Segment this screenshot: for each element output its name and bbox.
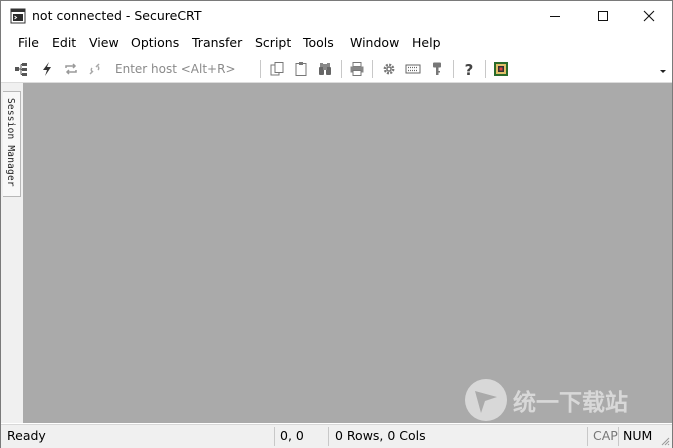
sftp-icon bbox=[494, 62, 508, 76]
connect-in-tab-button[interactable] bbox=[13, 60, 31, 78]
session-manager-dock: Session Manager bbox=[1, 83, 23, 423]
print-icon bbox=[350, 62, 364, 76]
paste-button[interactable] bbox=[292, 60, 310, 78]
maximize-button[interactable] bbox=[580, 1, 626, 31]
key-button[interactable] bbox=[428, 60, 446, 78]
status-cursor-position: 0, 0 bbox=[280, 428, 304, 443]
status-divider bbox=[618, 427, 619, 446]
minimize-button[interactable] bbox=[532, 1, 578, 31]
menu-script[interactable]: Script bbox=[255, 35, 291, 50]
quick-connect-button[interactable] bbox=[38, 60, 56, 78]
menu-tools[interactable]: Tools bbox=[303, 35, 334, 50]
status-divider bbox=[274, 427, 275, 446]
session-manager-label: Session Manager bbox=[5, 98, 16, 187]
print-button[interactable] bbox=[348, 60, 366, 78]
menu-bar: File Edit View Options Transfer Script T… bbox=[1, 32, 672, 54]
sftp-button[interactable] bbox=[492, 60, 510, 78]
copy-icon bbox=[270, 62, 284, 76]
status-ready: Ready bbox=[7, 428, 46, 443]
maximize-icon bbox=[598, 11, 608, 21]
find-icon bbox=[319, 63, 331, 75]
disconnect-button[interactable] bbox=[86, 60, 104, 78]
menu-window[interactable]: Window bbox=[350, 35, 399, 50]
menu-help[interactable]: Help bbox=[412, 35, 441, 50]
toolbar-overflow-button[interactable] bbox=[658, 66, 668, 76]
menu-view[interactable]: View bbox=[89, 35, 119, 50]
toolbar-separator bbox=[341, 60, 342, 78]
title-bar: not connected - SecureCRT bbox=[1, 1, 672, 31]
close-icon bbox=[643, 10, 655, 22]
reconnect-button[interactable] bbox=[62, 60, 80, 78]
menu-options[interactable]: Options bbox=[131, 35, 179, 50]
svg-text:?: ? bbox=[465, 61, 474, 77]
menu-transfer[interactable]: Transfer bbox=[192, 35, 242, 50]
status-caps-lock: CAP bbox=[593, 428, 618, 443]
help-button[interactable]: ? bbox=[460, 60, 478, 78]
session-manager-tab[interactable]: Session Manager bbox=[3, 91, 21, 197]
key-icon bbox=[433, 62, 441, 75]
menu-edit[interactable]: Edit bbox=[52, 35, 76, 50]
session-options-button[interactable] bbox=[380, 60, 398, 78]
host-input[interactable] bbox=[109, 59, 253, 79]
status-divider bbox=[328, 427, 329, 446]
paste-icon bbox=[295, 62, 307, 76]
toolbar-separator bbox=[260, 60, 261, 78]
find-button[interactable] bbox=[316, 60, 334, 78]
toolbar-separator bbox=[485, 60, 486, 78]
copy-button[interactable] bbox=[268, 60, 286, 78]
gear-icon bbox=[383, 63, 395, 75]
keyboard-icon bbox=[405, 64, 421, 74]
toolbar-separator bbox=[453, 60, 454, 78]
status-divider bbox=[587, 427, 588, 446]
reconnect-icon bbox=[65, 63, 77, 75]
toolbar: ? bbox=[1, 56, 672, 83]
toolbar-separator bbox=[372, 60, 373, 78]
securecrt-app-icon bbox=[10, 8, 26, 24]
chevron-down-icon bbox=[660, 70, 666, 73]
connect-in-tab-icon bbox=[15, 63, 27, 76]
keymap-button[interactable] bbox=[404, 60, 422, 78]
status-terminal-size: 0 Rows, 0 Cols bbox=[335, 428, 426, 443]
close-button[interactable] bbox=[626, 1, 672, 31]
status-num-lock: NUM bbox=[623, 428, 653, 443]
quick-connect-icon bbox=[43, 62, 51, 76]
minimize-icon bbox=[550, 16, 560, 17]
disconnect-icon bbox=[89, 63, 100, 75]
terminal-workspace[interactable] bbox=[23, 83, 672, 423]
menu-file[interactable]: File bbox=[18, 35, 39, 50]
app-window: not connected - SecureCRT File Edit View… bbox=[0, 0, 673, 448]
window-title: not connected - SecureCRT bbox=[32, 8, 202, 23]
status-bar: Ready 0, 0 0 Rows, 0 Cols CAP NUM bbox=[1, 424, 672, 448]
resize-grip-icon[interactable] bbox=[660, 436, 670, 446]
help-icon: ? bbox=[465, 61, 474, 77]
